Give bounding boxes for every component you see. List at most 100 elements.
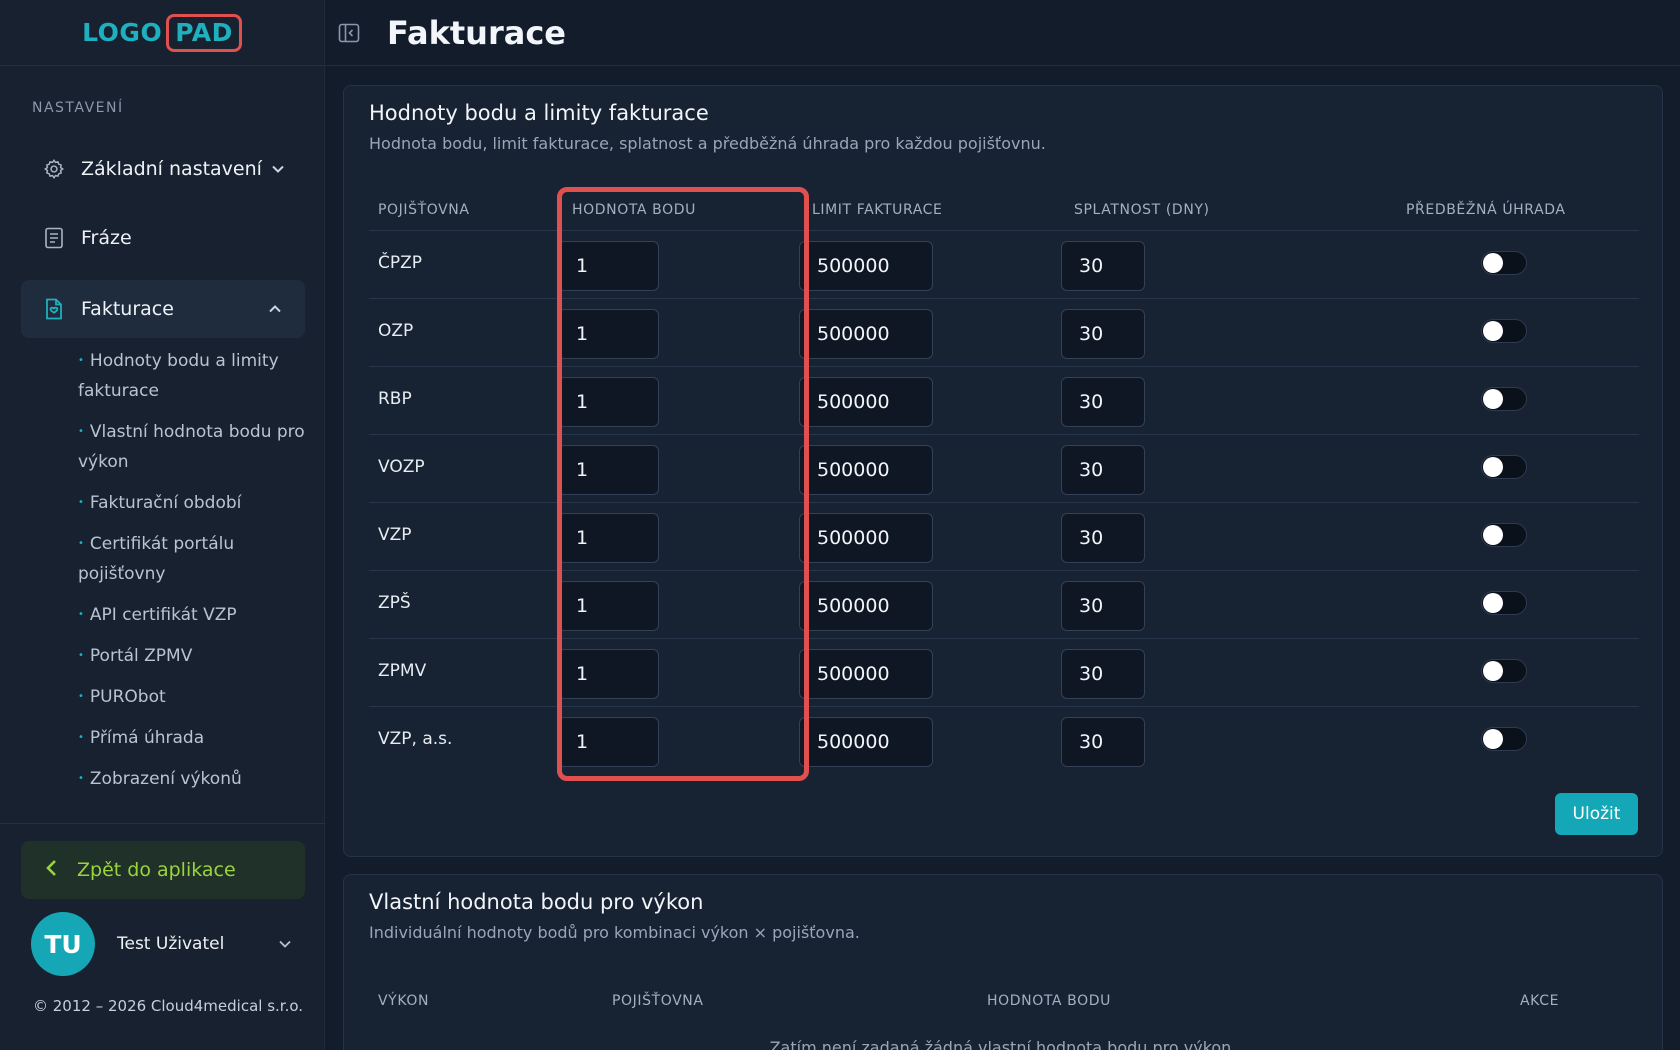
due-days-input[interactable]: 30 (1061, 241, 1145, 291)
chevron-up-icon (269, 302, 281, 316)
invoicing-submenu: • Hodnoty bodu a limity fakturace • Vlastn… (78, 346, 310, 805)
submenu-item[interactable]: • Hodnoty bodu a limity fakturace (78, 346, 310, 406)
point-values-card: Hodnoty bodu a limity fakturace Hodnota … (343, 85, 1663, 857)
insurer-name: ZPŠ (378, 593, 411, 613)
invoice-limit-input[interactable]: 500000 (799, 513, 933, 563)
toggle-knob (1483, 253, 1503, 273)
column-header-insurer: POJIŠŤOVNA (612, 993, 704, 1009)
prepayment-toggle[interactable] (1481, 387, 1527, 411)
invoice-limit-input[interactable]: 500000 (799, 649, 933, 699)
column-header-actions: AKCE (1520, 993, 1560, 1009)
bullet-icon: • (78, 773, 84, 784)
point-value-input[interactable]: 1 (558, 377, 659, 427)
table-row: ZPŠ 1 500000 30 (369, 571, 1639, 639)
due-days-input[interactable]: 30 (1061, 717, 1145, 767)
sidebar-item-phrases[interactable]: Fráze (21, 209, 305, 267)
bullet-icon: • (78, 691, 84, 702)
bullet-icon: • (78, 538, 84, 549)
column-header-point-value: HODNOTA BODU (987, 993, 1111, 1009)
prepayment-toggle[interactable] (1481, 591, 1527, 615)
submenu-item[interactable]: • API certifikát VZP (78, 600, 310, 630)
invoice-limit-input[interactable]: 500000 (799, 309, 933, 359)
back-to-app-button[interactable]: Zpět do aplikace (21, 841, 305, 899)
logo-text-1: LOGO (82, 18, 163, 47)
chevron-left-icon (45, 858, 57, 882)
prepayment-toggle[interactable] (1481, 659, 1527, 683)
sidebar-item-label: Fakturace (81, 298, 174, 320)
sidebar-item-invoicing[interactable]: Fakturace (21, 280, 305, 338)
chevron-down-icon (272, 162, 284, 176)
submenu-item[interactable]: • Zobrazení výkonů (78, 764, 310, 794)
invoice-icon (43, 298, 65, 320)
toggle-knob (1483, 525, 1503, 545)
point-value-input[interactable]: 1 (558, 717, 659, 767)
point-value-input[interactable]: 1 (558, 241, 659, 291)
app: LOGO PAD NASTAVENÍ Základní nastavení Fr… (0, 0, 1680, 1050)
sidebar-section-title: NASTAVENÍ (32, 100, 124, 116)
back-button-label: Zpět do aplikace (77, 859, 236, 881)
prepayment-toggle[interactable] (1481, 727, 1527, 751)
logo[interactable]: LOGO PAD (82, 13, 242, 52)
column-header-prepayment: PŘEDBĚŽNÁ ÚHRADA (1406, 202, 1566, 218)
prepayment-toggle[interactable] (1481, 455, 1527, 479)
prepayment-toggle[interactable] (1481, 319, 1527, 343)
insurer-name: ZPMV (378, 661, 427, 681)
insurer-name: OZP (378, 321, 414, 341)
due-days-input[interactable]: 30 (1061, 513, 1145, 563)
invoice-limit-input[interactable]: 500000 (799, 241, 933, 291)
toggle-knob (1483, 457, 1503, 477)
bullet-icon: • (78, 497, 84, 508)
column-header-insurer: POJIŠŤOVNA (378, 202, 470, 218)
submenu-item[interactable]: • Vlastní hodnota bodu pro výkon (78, 417, 310, 477)
top-header: Fakturace (325, 0, 1680, 66)
table-row: VOZP 1 500000 30 (369, 435, 1639, 503)
submenu-item[interactable]: • Portál ZPMV (78, 641, 310, 671)
invoice-limit-input[interactable]: 500000 (799, 377, 933, 427)
toggle-knob (1483, 389, 1503, 409)
toggle-knob (1483, 661, 1503, 681)
invoice-limit-input[interactable]: 500000 (799, 717, 933, 767)
table-row: VZP 1 500000 30 (369, 503, 1639, 571)
sidebar-divider (0, 823, 325, 824)
point-value-input[interactable]: 1 (558, 513, 659, 563)
logo-text-2: PAD (166, 13, 242, 52)
sidebar-item-label: Fráze (81, 227, 132, 249)
submenu-item[interactable]: • Certifikát portálu pojišťovny (78, 529, 310, 589)
due-days-input[interactable]: 30 (1061, 649, 1145, 699)
document-icon (43, 227, 65, 249)
point-value-input[interactable]: 1 (558, 309, 659, 359)
point-value-input[interactable]: 1 (558, 581, 659, 631)
column-header-invoice-limit: LIMIT FAKTURACE (812, 202, 943, 218)
gear-icon (43, 158, 65, 180)
table-row: RBP 1 500000 30 (369, 367, 1639, 435)
card-title: Hodnoty bodu a limity fakturace (369, 101, 709, 125)
prepayment-toggle[interactable] (1481, 523, 1527, 547)
point-value-input[interactable]: 1 (558, 445, 659, 495)
point-value-input[interactable]: 1 (558, 649, 659, 699)
invoice-limit-input[interactable]: 500000 (799, 581, 933, 631)
table-row: VZP, a.s. 1 500000 30 (369, 707, 1639, 775)
submenu-item[interactable]: • PURObot (78, 682, 310, 712)
sidebar-toggle-icon[interactable] (337, 21, 361, 45)
user-name: Test Uživatel (117, 934, 225, 954)
insurer-name: RBP (378, 389, 412, 409)
insurer-name: VZP (378, 525, 412, 545)
table-row: OZP 1 500000 30 (369, 299, 1639, 367)
submenu-item[interactable]: • Fakturační období (78, 488, 310, 518)
due-days-input[interactable]: 30 (1061, 581, 1145, 631)
user-menu[interactable]: TU Test Uživatel (31, 912, 291, 976)
due-days-input[interactable]: 30 (1061, 445, 1145, 495)
prepayment-toggle[interactable] (1481, 251, 1527, 275)
sidebar-item-basic-settings[interactable]: Základní nastavení (21, 140, 305, 198)
table-row: ZPMV 1 500000 30 (369, 639, 1639, 707)
bullet-icon: • (78, 732, 84, 743)
insurer-name: ČPZP (378, 253, 423, 273)
invoice-limit-input[interactable]: 500000 (799, 445, 933, 495)
submenu-item[interactable]: • Přímá úhrada (78, 723, 310, 753)
card-title: Vlastní hodnota bodu pro výkon (369, 890, 704, 914)
save-button[interactable]: Uložit (1555, 793, 1638, 835)
page-title: Fakturace (387, 13, 566, 52)
due-days-input[interactable]: 30 (1061, 377, 1145, 427)
due-days-input[interactable]: 30 (1061, 309, 1145, 359)
table-row: ČPZP 1 500000 30 (369, 231, 1639, 299)
